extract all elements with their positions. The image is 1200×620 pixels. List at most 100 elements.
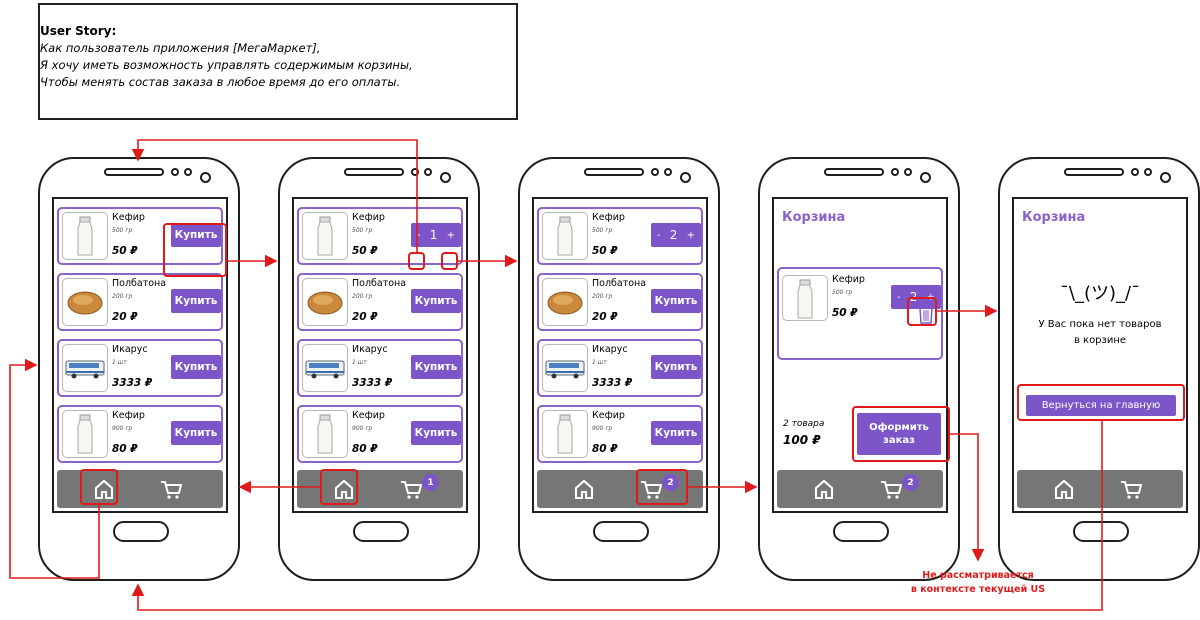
milk-bottle-icon (782, 275, 828, 321)
cart-count-badge: 1 (422, 474, 439, 491)
product-name: Кефир (112, 410, 145, 421)
product-price: 3333 ₽ (112, 377, 153, 389)
bread-icon (302, 278, 348, 326)
product-card: Икарус 1 шт 3333 ₽ Купить (57, 339, 223, 397)
home-hardware-button[interactable] (113, 521, 169, 542)
decrement-button[interactable]: - (897, 292, 901, 303)
page-title: Корзина (1022, 210, 1086, 225)
speaker-slot (824, 168, 884, 176)
speaker-slot (1064, 168, 1124, 176)
highlight-increment (441, 252, 458, 270)
decrement-button[interactable]: - (417, 230, 421, 241)
buy-button[interactable]: Купить (171, 421, 221, 445)
highlight-decrement (408, 252, 425, 270)
user-story-line: Я хочу иметь возможность управлять содер… (40, 58, 413, 72)
increment-button[interactable]: + (447, 230, 455, 241)
speaker-slot (104, 168, 164, 176)
product-name: Кефир (352, 212, 385, 223)
product-name: Кефир (352, 410, 385, 421)
product-name: Кефир (592, 212, 625, 223)
sensor-dot (1131, 168, 1139, 176)
highlight-cart (636, 469, 688, 505)
home-hardware-button[interactable] (833, 521, 889, 542)
quantity-value: 2 (669, 228, 678, 242)
empty-cart-message: У Вас пока нет товаров в корзине (1014, 317, 1186, 349)
decrement-button[interactable]: - (657, 230, 661, 241)
product-name: Икарус (352, 344, 388, 355)
sensor-dot (891, 168, 899, 176)
bread-icon (542, 278, 588, 326)
empty-message-line1: У Вас пока нет товаров (1038, 319, 1162, 330)
sensor-dot (651, 168, 659, 176)
sensor-dot (171, 168, 179, 176)
user-story-line: Чтобы менять состав заказа в любое время… (40, 75, 401, 89)
product-card: Полбатона 200 гр 20 ₽ Купить (537, 273, 703, 331)
note-line2: в контексте текущей US (910, 584, 1046, 595)
home-icon[interactable] (1053, 478, 1075, 500)
product-weight: 500 гр (592, 227, 613, 234)
sensor-dot (184, 168, 192, 176)
cart-icon[interactable] (1120, 478, 1143, 500)
cart-icon[interactable] (160, 478, 183, 500)
phone-catalog-qty2: Кефир 500 гр 50 ₽ - 2 + Полбатона 200 гр… (518, 157, 720, 581)
buy-button[interactable]: Купить (411, 421, 461, 445)
cart-icon[interactable] (400, 478, 423, 500)
product-price: 20 ₽ (112, 311, 138, 323)
bread-icon (62, 278, 108, 326)
product-card: Икарус 1 шт 3333 ₽ Купить (537, 339, 703, 397)
highlight-checkout (852, 406, 950, 462)
cart-icon[interactable] (880, 478, 903, 500)
home-hardware-button[interactable] (353, 521, 409, 542)
product-price: 50 ₽ (352, 245, 378, 257)
highlight-home (320, 469, 358, 505)
cart-items-count: 2 товара (783, 419, 825, 429)
home-icon[interactable] (813, 478, 835, 500)
product-weight: 200 гр (112, 293, 133, 300)
product-price: 50 ₽ (832, 307, 858, 319)
home-hardware-button[interactable] (1073, 521, 1129, 542)
product-card: Кефир 900 гр 80 ₽ Купить (57, 405, 223, 463)
home-icon[interactable] (573, 478, 595, 500)
product-card: Кефир 900 гр 80 ₽ Купить (537, 405, 703, 463)
milk-bottle-icon (302, 212, 348, 260)
buy-button[interactable]: Купить (171, 355, 221, 379)
bus-icon (302, 344, 348, 392)
buy-button[interactable]: Купить (651, 289, 701, 313)
increment-button[interactable]: + (687, 230, 695, 241)
note-line1: Не рассматривается (922, 570, 1034, 581)
buy-button[interactable]: Купить (651, 421, 701, 445)
camera-icon (1160, 172, 1171, 183)
empty-cart-screen: Корзина ¯\_(ツ)_/¯ У Вас пока нет товаров… (1012, 197, 1188, 513)
highlight-home (80, 469, 118, 505)
highlight-buy (163, 223, 227, 277)
out-of-scope-note: Не рассматривается в контексте текущей US (888, 569, 1068, 597)
buy-button[interactable]: Купить (171, 289, 221, 313)
product-price: 3333 ₽ (592, 377, 633, 389)
buy-button[interactable]: Купить (411, 289, 461, 313)
product-card: Икарус 1 шт 3333 ₽ Купить (297, 339, 463, 397)
phone-empty-cart: Корзина ¯\_(ツ)_/¯ У Вас пока нет товаров… (998, 157, 1200, 581)
buy-button[interactable]: Купить (651, 355, 701, 379)
home-hardware-button[interactable] (593, 521, 649, 542)
product-weight: 200 гр (592, 293, 613, 300)
speaker-slot (344, 168, 404, 176)
cart-count-badge: 2 (902, 474, 919, 491)
user-story-line: Как пользователь приложения [МегаМаркет]… (40, 41, 321, 55)
milk-bottle-icon (62, 212, 108, 260)
milk-bottle-icon (542, 410, 588, 458)
user-story-title: User Story: (40, 24, 117, 38)
product-card: Полбатона 200 гр 20 ₽ Купить (57, 273, 223, 331)
product-name: Полбатона (352, 278, 407, 289)
product-name: Кефир (832, 274, 865, 285)
camera-icon (440, 172, 451, 183)
catalog-screen: Кефир 500 гр 50 ₽ - 2 + Полбатона 200 гр… (532, 197, 708, 513)
product-name: Полбатона (112, 278, 167, 289)
sensor-dot (664, 168, 672, 176)
product-weight: 200 гр (352, 293, 373, 300)
buy-button[interactable]: Купить (411, 355, 461, 379)
product-weight: 500 гр (352, 227, 373, 234)
product-price: 20 ₽ (352, 311, 378, 323)
bottom-nav: 2 (777, 470, 943, 508)
product-weight: 900 гр (112, 425, 133, 432)
page-title: Корзина (782, 210, 846, 225)
